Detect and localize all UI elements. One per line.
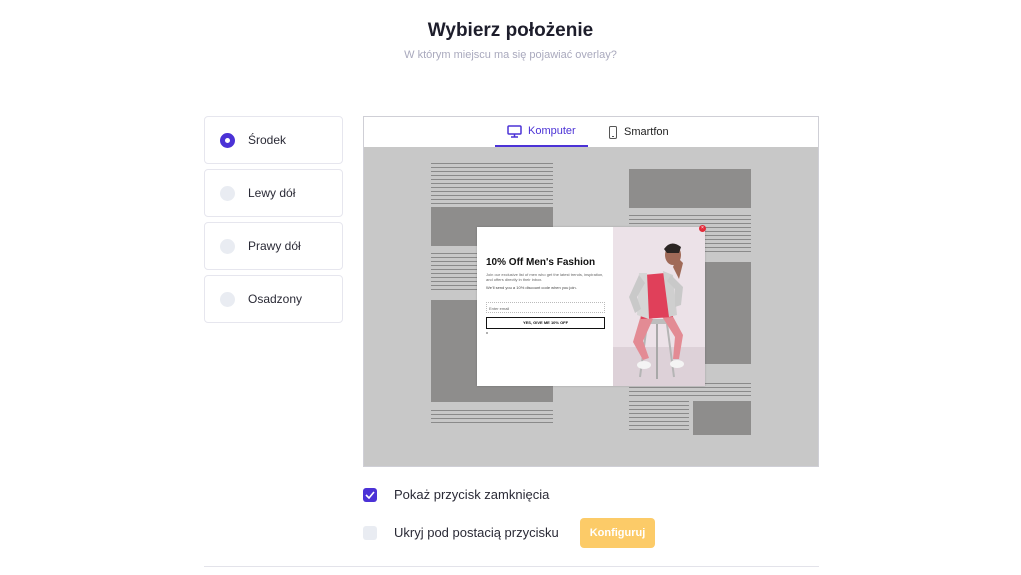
hide-as-button-option[interactable]: Ukryj pod postacią przycisku <box>363 525 559 540</box>
checkbox-checked-icon[interactable] <box>363 487 377 502</box>
page: Wybierz położenie W którym miejscu ma si… <box>0 0 1021 575</box>
position-option-label: Prawy dół <box>248 239 301 253</box>
mock-image-block <box>629 169 751 208</box>
position-option-embedded[interactable]: Osadzony <box>204 275 343 323</box>
position-option-label: Osadzony <box>248 292 303 306</box>
popup-text: We'll send you a 10% discount code when … <box>486 285 577 290</box>
divider <box>204 566 819 567</box>
overlay-popup-preview: 10% Off Men's Fashion Join our exclusive… <box>477 227 705 386</box>
radio-icon[interactable] <box>220 291 235 307</box>
popup-dot <box>486 332 488 334</box>
popup-email-input: Enter email <box>486 302 605 313</box>
smartphone-icon <box>609 125 617 139</box>
position-option-bottom-left[interactable]: Lewy dół <box>204 169 343 217</box>
popup-heading: 10% Off Men's Fashion <box>486 257 596 268</box>
website-mockup: 10% Off Men's Fashion Join our exclusive… <box>364 147 818 466</box>
popup-content: 10% Off Men's Fashion Join our exclusive… <box>477 227 613 386</box>
mock-text-lines <box>431 410 553 426</box>
mock-text-lines <box>629 401 689 433</box>
position-options: Środek Lewy dół Prawy dół Osadzony <box>204 116 343 328</box>
tab-smartphone[interactable]: Smartfon <box>604 117 673 147</box>
page-subtitle: W którym miejscu ma się pojawiać overlay… <box>404 49 617 61</box>
mock-image-block <box>693 401 751 435</box>
popup-submit-button: YES, GIVE ME 10% OFF <box>486 317 605 329</box>
mock-text-lines <box>431 163 553 207</box>
model-photo <box>613 227 705 386</box>
popup-close-icon: × <box>699 225 706 232</box>
position-option-bottom-right[interactable]: Prawy dół <box>204 222 343 270</box>
tab-label: Komputer <box>528 125 576 137</box>
radio-checked-icon[interactable] <box>220 132 235 148</box>
configure-button[interactable]: Konfiguruj <box>580 518 655 548</box>
preview-panel: Komputer Smartfon 10% Off Men's Fashion … <box>363 116 819 467</box>
hide-as-button-label: Ukryj pod postacią przycisku <box>394 525 559 540</box>
radio-icon[interactable] <box>220 185 235 201</box>
tab-desktop[interactable]: Komputer <box>495 117 588 147</box>
popup-model-image <box>613 227 705 386</box>
show-close-option[interactable]: Pokaż przycisk zamknięcia <box>363 487 549 502</box>
device-tabs: Komputer Smartfon <box>364 117 818 147</box>
tab-label: Smartfon <box>624 126 669 138</box>
popup-text: Join our exclusive list of men who get t… <box>486 272 604 282</box>
desktop-icon <box>507 124 522 138</box>
show-close-label: Pokaż przycisk zamknięcia <box>394 487 550 502</box>
page-title: Wybierz położenie <box>427 20 594 41</box>
position-option-center[interactable]: Środek <box>204 116 343 164</box>
position-option-label: Środek <box>248 133 287 147</box>
position-option-label: Lewy dół <box>248 186 296 200</box>
checkbox-icon[interactable] <box>363 525 377 540</box>
radio-icon[interactable] <box>220 238 235 254</box>
